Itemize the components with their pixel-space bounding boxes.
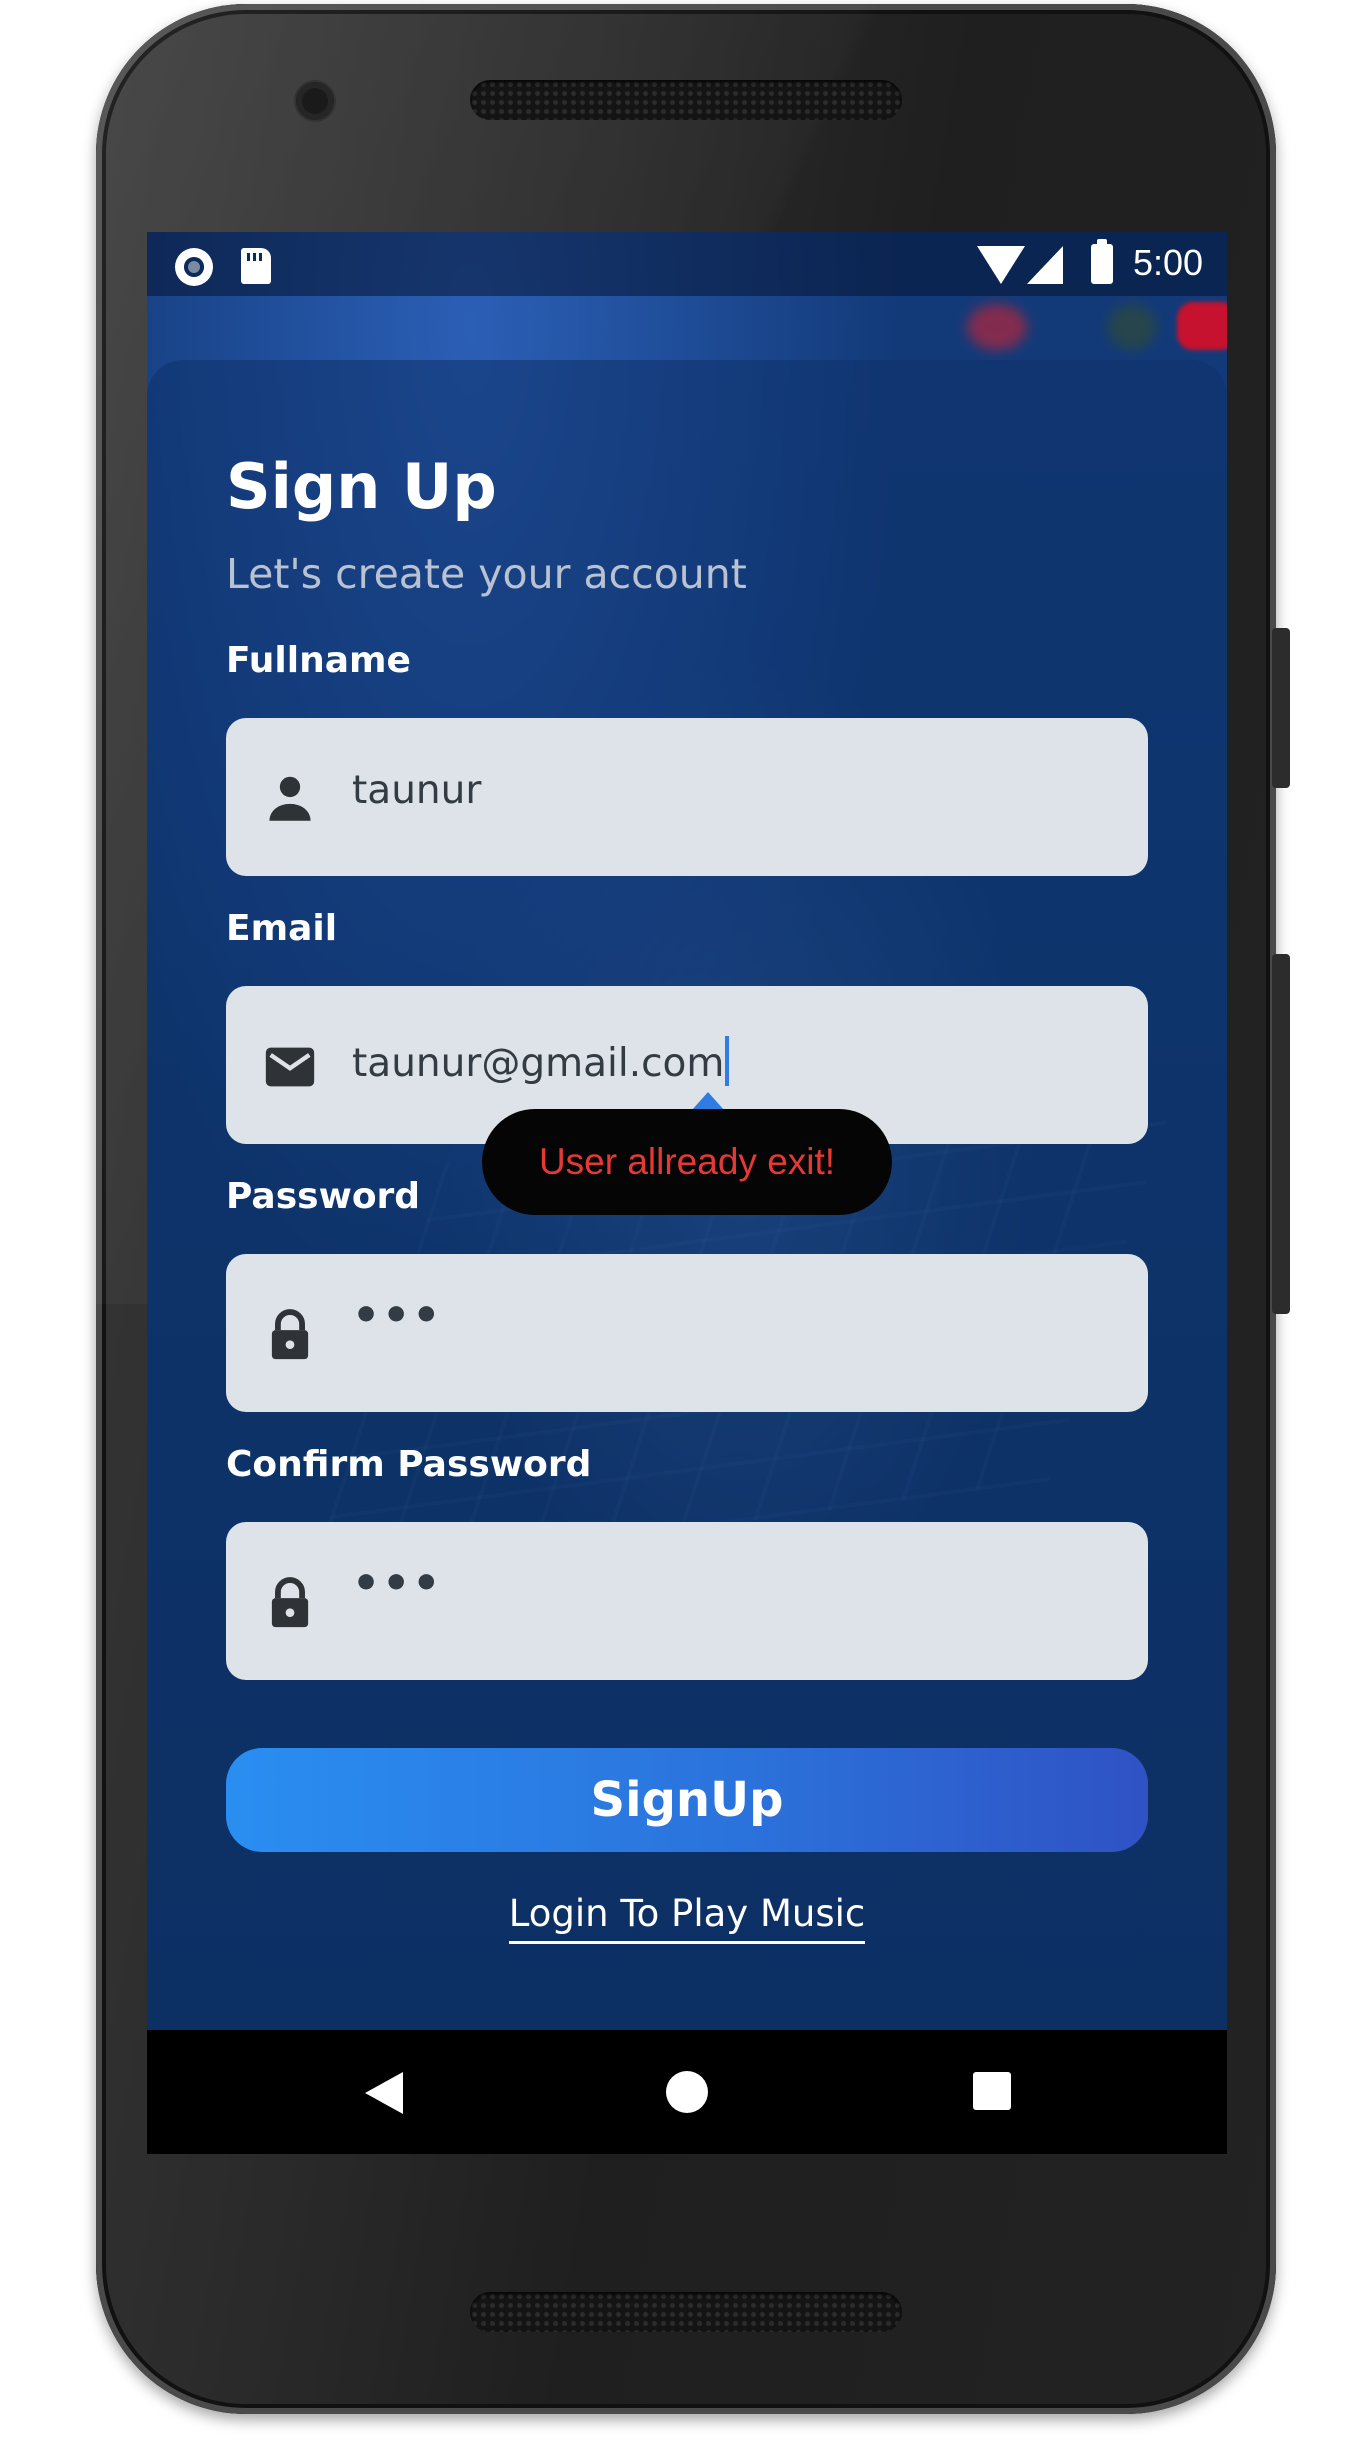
front-camera — [296, 82, 334, 120]
volume-button — [1272, 954, 1290, 1314]
person-icon — [269, 776, 311, 821]
back-icon[interactable] — [365, 2072, 403, 2114]
wifi-icon — [977, 246, 1025, 284]
power-button — [1272, 628, 1290, 788]
fullname-field[interactable]: taunur — [226, 718, 1148, 876]
mail-icon — [265, 1047, 315, 1087]
screen: 5:00 Sign Up Let's create your account F… — [147, 232, 1227, 2154]
text-cursor — [725, 1036, 730, 1086]
fullname-value: taunur — [352, 768, 482, 813]
page-title: Sign Up — [226, 450, 497, 523]
email-label: Email — [226, 908, 338, 949]
bottom-speaker — [470, 2292, 902, 2332]
lock-icon — [271, 1309, 309, 1360]
top-speaker — [470, 80, 902, 120]
lock-icon — [271, 1577, 309, 1628]
password-field[interactable]: ••• — [226, 1254, 1148, 1412]
background-light — [967, 304, 1027, 350]
recents-icon[interactable] — [973, 2072, 1011, 2110]
background-light — [1177, 302, 1227, 350]
cursor-handle[interactable] — [692, 1092, 724, 1110]
confirm-password-label: Confirm Password — [226, 1444, 592, 1485]
battery-icon — [1091, 239, 1113, 284]
page-subtitle: Let's create your account — [226, 550, 747, 598]
email-value-row: taunur@gmail.com — [352, 1036, 730, 1086]
signup-button[interactable]: SignUp — [226, 1748, 1148, 1852]
password-label: Password — [226, 1176, 421, 1217]
status-bar: 5:00 — [147, 232, 1227, 296]
confirm-password-field[interactable]: ••• — [226, 1522, 1148, 1680]
email-value: taunur@gmail.com — [352, 1041, 725, 1086]
background-light — [1107, 304, 1157, 350]
fullname-label: Fullname — [226, 640, 411, 681]
status-time: 5:00 — [1133, 242, 1204, 283]
cell-signal-icon — [1027, 246, 1063, 284]
confirm-password-value: ••• — [352, 1558, 443, 1609]
home-icon[interactable] — [666, 2071, 708, 2113]
navigation-bar — [147, 2030, 1227, 2154]
error-toast: User allready exit! — [482, 1109, 892, 1215]
password-value: ••• — [352, 1290, 443, 1341]
sd-card-icon — [241, 248, 271, 284]
login-link[interactable]: Login To Play Music — [508, 1892, 866, 1944]
sync-icon — [175, 248, 213, 286]
login-link-row: Login To Play Music — [147, 1892, 1227, 1944]
